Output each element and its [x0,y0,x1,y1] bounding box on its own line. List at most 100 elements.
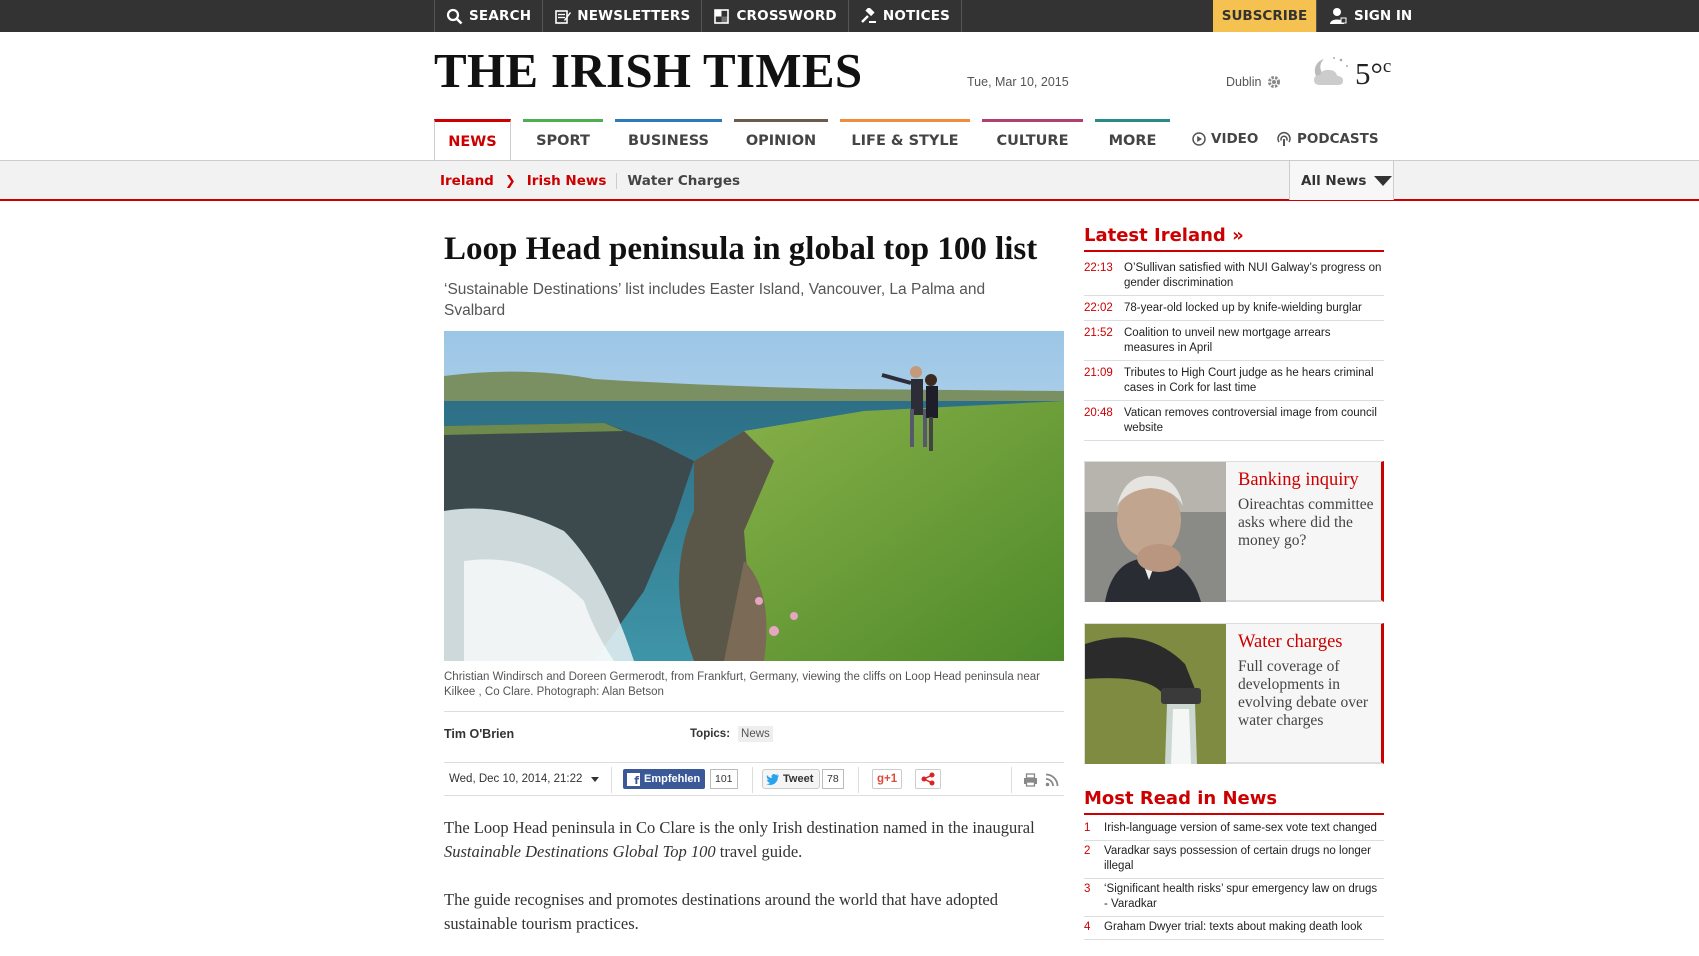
weather-location[interactable]: Dublin [1226,75,1281,89]
google-plus-button[interactable]: g+1 [872,769,903,789]
nav-tab-sport[interactable]: SPORT [523,119,603,160]
tweet-button[interactable]: Tweet [762,769,821,789]
search-link[interactable]: SEARCH [434,0,544,32]
nav-tab-news[interactable]: NEWS [434,119,511,161]
topic-tag[interactable]: News [738,726,773,742]
video-label: VIDEO [1211,131,1259,147]
latest-news-list: 22:13 O’Sullivan satisfied with NUI Galwa… [1084,256,1384,441]
nav-tab-opinion[interactable]: OPINION [734,119,828,160]
newsletters-link[interactable]: NEWSLETTERS [543,0,703,32]
crossword-icon [714,8,730,24]
divider [858,767,859,793]
search-label: SEARCH [469,8,532,24]
news-headline: Varadkar says possession of certain drug… [1104,845,1371,872]
share-button[interactable] [915,769,941,789]
tap-water-illustration [1085,624,1226,764]
breadcrumb-bar [0,160,1699,201]
breadcrumb-ireland[interactable]: Ireland [440,173,494,189]
rank-number: 2 [1084,845,1091,857]
article-standfirst: ‘Sustainable Destinations’ list includes… [444,281,986,319]
breadcrumb-water-charges[interactable]: Water Charges [616,173,740,189]
latest-ireland-heading[interactable]: Latest Ireland » [1084,225,1384,252]
latest-news-item[interactable]: 22:13 O’Sullivan satisfied with NUI Galwa… [1084,256,1384,296]
most-read-item[interactable]: 3 ‘Significant health risks’ spur emergen… [1084,879,1384,917]
user-icon [1330,8,1347,24]
notices-link[interactable]: NOTICES [849,0,963,32]
site-logo[interactable]: THE IRISH TIMES [434,42,862,99]
chevron-right-icon: ❯ [504,173,516,189]
author-name[interactable]: Tim O'Brien [444,727,514,741]
latest-news-item[interactable]: 21:09 Tributes to High Court judge as he … [1084,361,1384,401]
news-time: 20:48 [1084,407,1113,419]
promo-water-charges[interactable]: Water charges Full coverage of developme… [1084,623,1384,764]
most-read-list: 1 Irish-language version of same-sex vote… [1084,818,1384,940]
all-news-dropdown[interactable]: All News [1289,161,1394,200]
print-icon[interactable] [1023,773,1038,787]
topics: Topics: News [690,726,773,742]
gear-icon[interactable] [1267,75,1281,89]
news-headline: O’Sullivan satisfied with NUI Galway’s p… [1124,262,1382,289]
nav-tab-label: NEWS [448,133,497,150]
rank-number: 1 [1084,822,1091,834]
most-read-item[interactable]: 2 Varadkar says possession of certain dru… [1084,841,1384,879]
rank-number: 3 [1084,883,1091,895]
search-icon [446,8,463,24]
paragraph-text: travel guide. [715,842,803,861]
section-nav: NEWS SPORT BUSINESS OPINION LIFE & STYLE… [434,119,1182,161]
nav-tab-label: LIFE & STYLE [851,133,959,149]
news-headline: Irish-language version of same-sex vote … [1104,822,1377,834]
night-cloud-weather-icon [1314,57,1348,85]
news-time: 21:09 [1084,367,1113,379]
most-read-item[interactable]: 4 Graham Dwyer trial: texts about making … [1084,917,1384,940]
nav-tab-business[interactable]: BUSINESS [615,119,722,160]
guide-title: Sustainable Destinations Global Top 100 [444,842,716,861]
article-headline: Loop Head peninsula in global top 100 li… [444,231,1038,267]
rank-number: 4 [1084,921,1091,933]
article-paragraph: The guide recognises and promotes destin… [444,890,998,933]
facebook-icon: f [627,772,640,786]
subscribe-button[interactable]: SUBSCRIBE [1213,0,1316,32]
article-photo[interactable] [444,331,1064,661]
most-read-item[interactable]: 1 Irish-language version of same-sex vote… [1084,818,1384,841]
promo-description: Full coverage of developments in evolvin… [1238,658,1368,729]
topics-label: Topics: [690,728,731,740]
sign-in-button[interactable]: SIGN IN [1316,0,1416,32]
temperature: 5°c [1355,56,1391,92]
all-news-label: All News [1301,172,1367,189]
facebook-like-button[interactable]: f Empfehlen [623,769,706,789]
latest-news-item[interactable]: 20:48 Vatican removes controversial image… [1084,401,1384,441]
article-paragraph: The Loop Head peninsula in Co Clare is t… [444,816,1044,864]
crossword-link[interactable]: CROSSWORD [702,0,849,32]
nav-tab-culture[interactable]: CULTURE [982,119,1083,160]
publish-date-dropdown[interactable]: Wed, Dec 10, 2014, 21:22 [449,773,600,785]
tweet-label: Tweet [783,773,814,785]
temperature-unit: c [1382,56,1392,77]
city-name: Dublin [1226,75,1262,89]
promo-banking-inquiry[interactable]: Banking inquiry Oireachtas committee ask… [1084,461,1384,602]
latest-news-item[interactable]: 22:02 78-year-old locked up by knife-wiel… [1084,296,1384,321]
newsletters-label: NEWSLETTERS [577,8,691,24]
nav-tab-life-style[interactable]: LIFE & STYLE [840,119,970,160]
latest-news-item[interactable]: 21:52 Coalition to unveil new mortgage ar… [1084,321,1384,361]
promo-title: Water charges [1238,632,1343,652]
news-headline: Vatican removes controversial image from… [1124,407,1377,434]
facebook-count: 101 [710,769,738,789]
play-icon [1192,132,1206,146]
news-time: 21:52 [1084,327,1113,339]
most-read-heading: Most Read in News [1084,788,1384,815]
podcasts-link[interactable]: PODCASTS [1276,131,1379,147]
rss-icon[interactable] [1045,773,1059,787]
podcast-icon [1277,132,1291,146]
breadcrumb-irish-news[interactable]: Irish News [527,173,607,189]
subscribe-label: SUBSCRIBE [1221,8,1308,24]
cliffs-photo-illustration [444,331,1064,661]
nav-tab-more[interactable]: MORE [1095,119,1170,160]
caret-down-icon [1374,175,1393,186]
publish-date: Wed, Dec 10, 2014, 21:22 [449,773,583,785]
news-headline: Graham Dwyer trial: texts about making d… [1104,921,1363,933]
divider [444,711,1064,712]
breadcrumb: Ireland ❯ Irish News Water Charges [440,173,740,189]
video-link[interactable]: VIDEO [1192,131,1258,147]
nav-tab-label: SPORT [536,133,590,149]
news-headline: Tributes to High Court judge as he hears… [1124,367,1374,394]
